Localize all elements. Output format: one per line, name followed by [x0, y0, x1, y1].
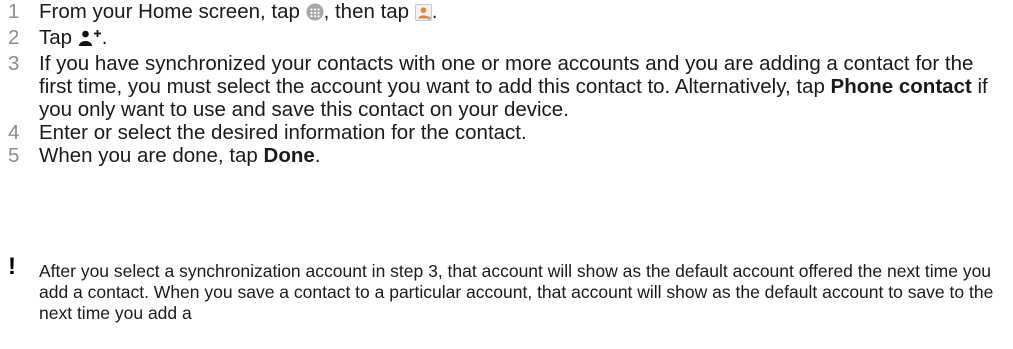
note-block: ! After you select a synchronization acc…: [8, 253, 1008, 324]
step-5: 5 When you are done, tap Done.: [8, 144, 1008, 167]
step-text: Enter or select the desired information …: [39, 121, 527, 144]
step-3: 3 If you have synchronized your contacts…: [8, 52, 1008, 121]
note-text: After you select a synchronization accou…: [39, 261, 994, 323]
step-text: From your Home screen, tap , then tap .: [39, 0, 1008, 26]
step-2: 2 Tap .: [8, 26, 1008, 52]
step-text: If you have synchronized your contacts w…: [39, 52, 988, 121]
step-1: 1 From your Home screen, tap , then tap …: [8, 0, 1008, 26]
apps-grid-icon: [306, 3, 324, 26]
step-number: 1: [8, 0, 20, 23]
step-number: 5: [8, 144, 20, 167]
done-label: Done: [263, 144, 315, 167]
step-4: 4 Enter or select the desired informatio…: [8, 121, 1008, 144]
step-number: 2: [8, 26, 20, 49]
exclamation-icon: !: [8, 253, 16, 280]
add-contact-icon: [78, 29, 102, 52]
contacts-app-icon: [414, 3, 432, 26]
step-text: When you are done, tap Done.: [39, 144, 321, 167]
phone-contact-label: Phone contact: [830, 75, 972, 98]
step-text: Tap .: [39, 26, 1008, 52]
instruction-steps: 1 From your Home screen, tap , then tap …: [8, 0, 1008, 167]
step-number: 4: [8, 121, 20, 144]
step-number: 3: [8, 52, 20, 75]
